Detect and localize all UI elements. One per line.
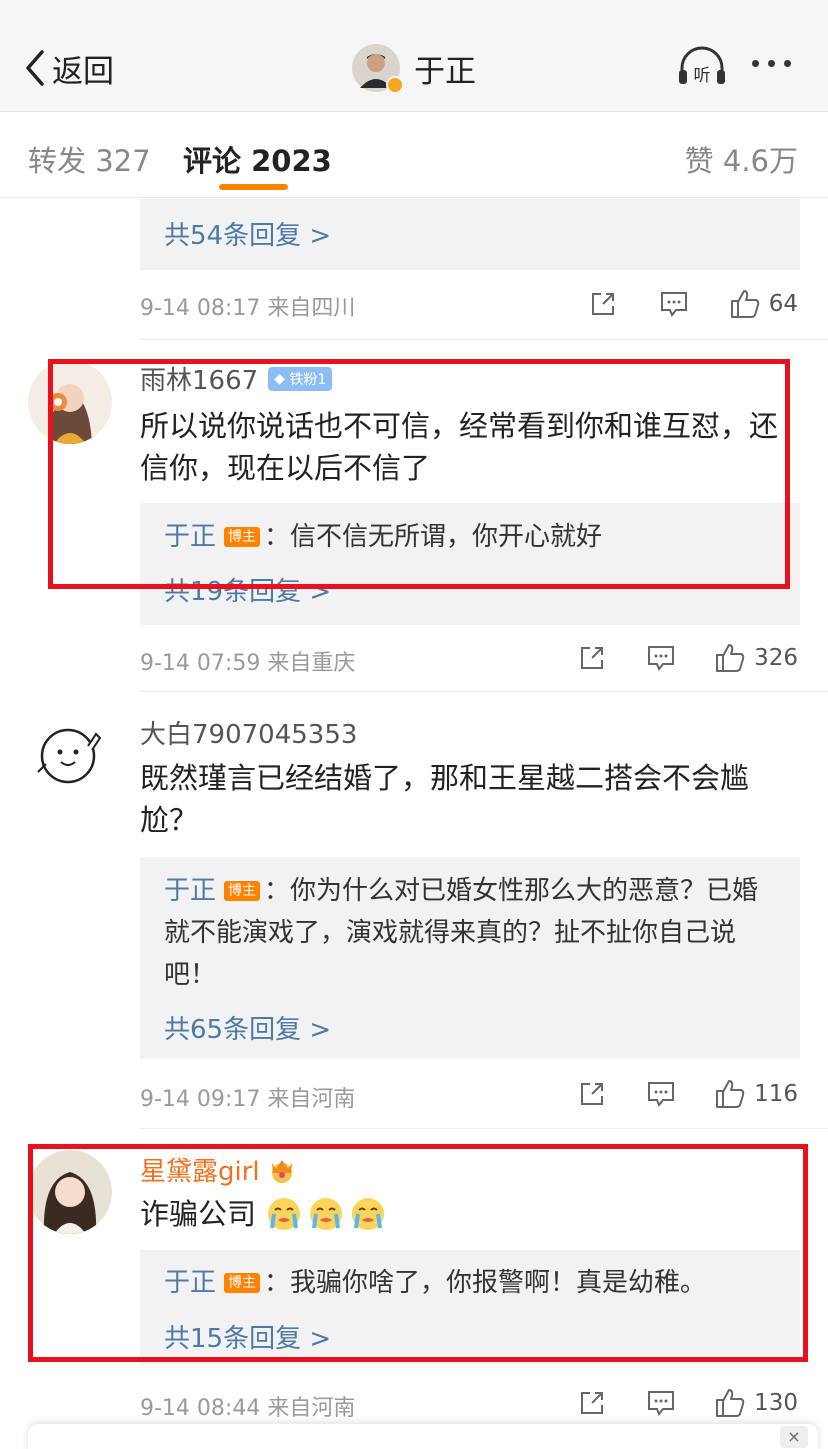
tab-reposts[interactable]: 转发 327 xyxy=(28,138,151,180)
author-reply[interactable]: 于正 博主 ：你为什么对已婚女性那么大的恶意？已婚就不能演戏了，演戏就得来真的？扯不… xyxy=(164,870,780,996)
comment-username[interactable]: 大白7907045353 xyxy=(140,714,357,751)
comment-meta: 9-14 08:44 来自河南 xyxy=(140,1396,356,1421)
more-replies-link[interactable]: 共65条回复 > xyxy=(164,1009,331,1046)
profile-title[interactable]: 于正 xyxy=(352,44,476,94)
thumbs-up-icon xyxy=(716,1080,745,1108)
comment-actions: 130 xyxy=(578,1383,798,1423)
share-button[interactable] xyxy=(578,1080,606,1108)
comment-icon xyxy=(648,646,675,671)
active-tab-indicator xyxy=(219,184,288,190)
verified-badge-icon xyxy=(386,76,404,94)
highlight-box xyxy=(28,1144,808,1362)
comment-meta: 9-14 07:59 来自重庆 xyxy=(140,651,356,676)
svg-text:听: 听 xyxy=(694,66,711,86)
comment-icon xyxy=(648,1082,675,1107)
comment-button[interactable] xyxy=(646,1389,676,1417)
comment-text: 既然瑾言已经结婚了，那和王星越二搭会不会尴尬？ xyxy=(140,761,750,837)
like-count: 130 xyxy=(754,1390,798,1416)
highlight-box xyxy=(48,359,790,589)
like-count: 64 xyxy=(768,291,798,317)
share-button[interactable] xyxy=(578,644,606,672)
share-icon xyxy=(581,1392,604,1414)
comment-icon xyxy=(660,292,687,317)
divider xyxy=(140,1128,828,1129)
nav-bar: 返回 于正 听 xyxy=(0,0,828,112)
thumbs-up-icon xyxy=(716,1389,745,1417)
thumbs-up-icon xyxy=(716,644,745,672)
headphone-icon: 听 xyxy=(679,46,725,86)
comment-button[interactable] xyxy=(646,1080,676,1108)
share-button[interactable] xyxy=(578,1389,606,1417)
comment-meta: 9-14 08:17 来自四川 xyxy=(140,296,356,321)
like-button[interactable]: 326 xyxy=(714,642,798,674)
comment-meta: 9-14 09:17 来自河南 xyxy=(140,1087,356,1112)
share-icon xyxy=(581,1083,604,1105)
reply-preview: 共54条回复 > xyxy=(140,199,800,270)
tab-bar: 转发 327 评论 2023 赞 4.6万 xyxy=(0,112,828,198)
comment-button[interactable] xyxy=(646,644,676,672)
listen-button[interactable]: 听 xyxy=(676,44,728,92)
share-button[interactable] xyxy=(589,290,617,318)
tab-comments[interactable]: 评论 2023 xyxy=(183,138,332,180)
avatar[interactable] xyxy=(28,712,112,796)
comment-icon xyxy=(648,1391,675,1416)
author-badge: 博主 xyxy=(224,881,261,901)
back-button[interactable]: 返回 xyxy=(22,46,114,90)
bottom-popup-peek: × xyxy=(28,1424,818,1449)
page-title: 于正 xyxy=(414,53,476,90)
more-menu-button[interactable] xyxy=(752,60,791,67)
back-label: 返回 xyxy=(52,53,114,90)
tab-likes[interactable]: 赞 4.6万 xyxy=(685,138,798,180)
like-count: 116 xyxy=(754,1081,798,1107)
reply-author-name[interactable]: 于正 xyxy=(164,876,216,906)
comment-actions: 64 xyxy=(589,284,798,324)
avatar xyxy=(352,44,404,94)
like-button[interactable]: 64 xyxy=(729,288,798,320)
like-button[interactable]: 116 xyxy=(714,1078,798,1110)
divider xyxy=(140,339,828,340)
more-replies-link[interactable]: 共54条回复 > xyxy=(164,215,331,252)
like-count: 326 xyxy=(754,645,798,671)
reply-preview: 于正 博主 ：你为什么对已婚女性那么大的恶意？已婚就不能演戏了，演戏就得来真的？扯不… xyxy=(140,857,800,1059)
share-icon xyxy=(581,647,604,669)
comment-actions: 326 xyxy=(578,638,798,678)
like-button[interactable]: 130 xyxy=(714,1387,798,1419)
comment-actions: 116 xyxy=(578,1074,798,1114)
chevron-left-icon xyxy=(26,50,44,86)
divider xyxy=(140,691,828,692)
share-icon xyxy=(591,293,614,315)
comment-button[interactable] xyxy=(659,290,689,318)
thumbs-up-icon xyxy=(730,290,759,318)
close-button[interactable]: × xyxy=(780,1426,808,1448)
